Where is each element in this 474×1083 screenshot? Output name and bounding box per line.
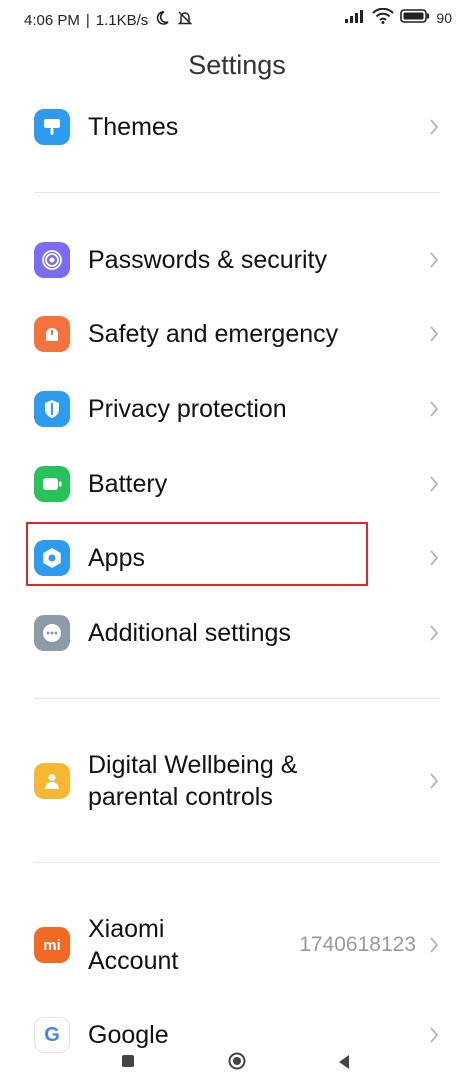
wellbeing-icon xyxy=(34,763,70,799)
battery-status-icon xyxy=(400,9,430,26)
battery-icon xyxy=(34,466,70,502)
chevron-right-icon xyxy=(428,247,440,273)
mi-logo-icon: mi xyxy=(34,927,70,963)
settings-item-privacy-protection[interactable]: Privacy protection xyxy=(0,377,474,441)
signal-icon xyxy=(344,9,366,26)
moon-icon xyxy=(154,10,170,30)
chevron-right-icon xyxy=(428,620,440,646)
chevron-right-icon xyxy=(428,396,440,422)
back-triangle-icon[interactable] xyxy=(337,1054,351,1075)
item-label: Passwords & security xyxy=(88,246,327,274)
emergency-icon xyxy=(34,316,70,352)
settings-item-additional-settings[interactable]: Additional settings xyxy=(0,601,474,665)
chevron-right-icon xyxy=(428,932,440,958)
fingerprint-icon xyxy=(34,242,70,278)
more-dots-icon xyxy=(34,615,70,651)
status-network-speed: 1.1KB/s xyxy=(95,11,149,29)
highlight-box xyxy=(26,522,368,586)
themes-icon xyxy=(34,109,70,145)
wifi-icon xyxy=(372,7,395,27)
item-label: Xiaomi Account xyxy=(88,915,179,975)
item-label: Privacy protection xyxy=(88,395,287,423)
chevron-right-icon xyxy=(428,545,440,571)
privacy-icon xyxy=(34,391,70,427)
chevron-right-icon xyxy=(428,768,440,794)
battery-percent: 90 xyxy=(436,9,452,26)
status-bar: 4:06 PM | 1.1KB/s 90 xyxy=(0,0,474,36)
recents-square-icon[interactable] xyxy=(121,1054,135,1073)
divider xyxy=(34,698,440,699)
mute-bell-icon xyxy=(176,9,194,31)
navigation-bar xyxy=(0,1050,474,1083)
item-label: Safety and emergency xyxy=(88,320,339,348)
settings-item-battery[interactable]: Battery xyxy=(0,452,474,516)
chevron-right-icon xyxy=(428,321,440,347)
divider xyxy=(34,862,440,863)
settings-item-digital-wellbeing[interactable]: Digital Wellbeing & parental controls xyxy=(0,736,474,826)
settings-item-xiaomi-account[interactable]: mi Xiaomi Account 1740618123 xyxy=(0,900,474,990)
settings-item-passwords-security[interactable]: Passwords & security xyxy=(0,228,474,292)
chevron-right-icon xyxy=(428,471,440,497)
divider xyxy=(34,192,440,193)
item-label: Themes xyxy=(88,113,179,141)
home-circle-icon[interactable] xyxy=(228,1052,246,1075)
page-title: Settings xyxy=(188,50,286,80)
item-label: Battery xyxy=(88,470,168,498)
status-time: 4:06 PM xyxy=(24,11,80,29)
chevron-right-icon xyxy=(428,114,440,140)
settings-item-safety-emergency[interactable]: Safety and emergency xyxy=(0,302,474,366)
chevron-right-icon xyxy=(428,1022,440,1048)
google-icon: G xyxy=(34,1017,70,1053)
item-label: Additional settings xyxy=(88,619,291,647)
status-separator: | xyxy=(85,11,90,29)
settings-item-themes[interactable]: Themes xyxy=(0,95,474,159)
account-id: 1740618123 xyxy=(299,933,416,956)
item-label: Digital Wellbeing & parental controls xyxy=(88,751,298,811)
